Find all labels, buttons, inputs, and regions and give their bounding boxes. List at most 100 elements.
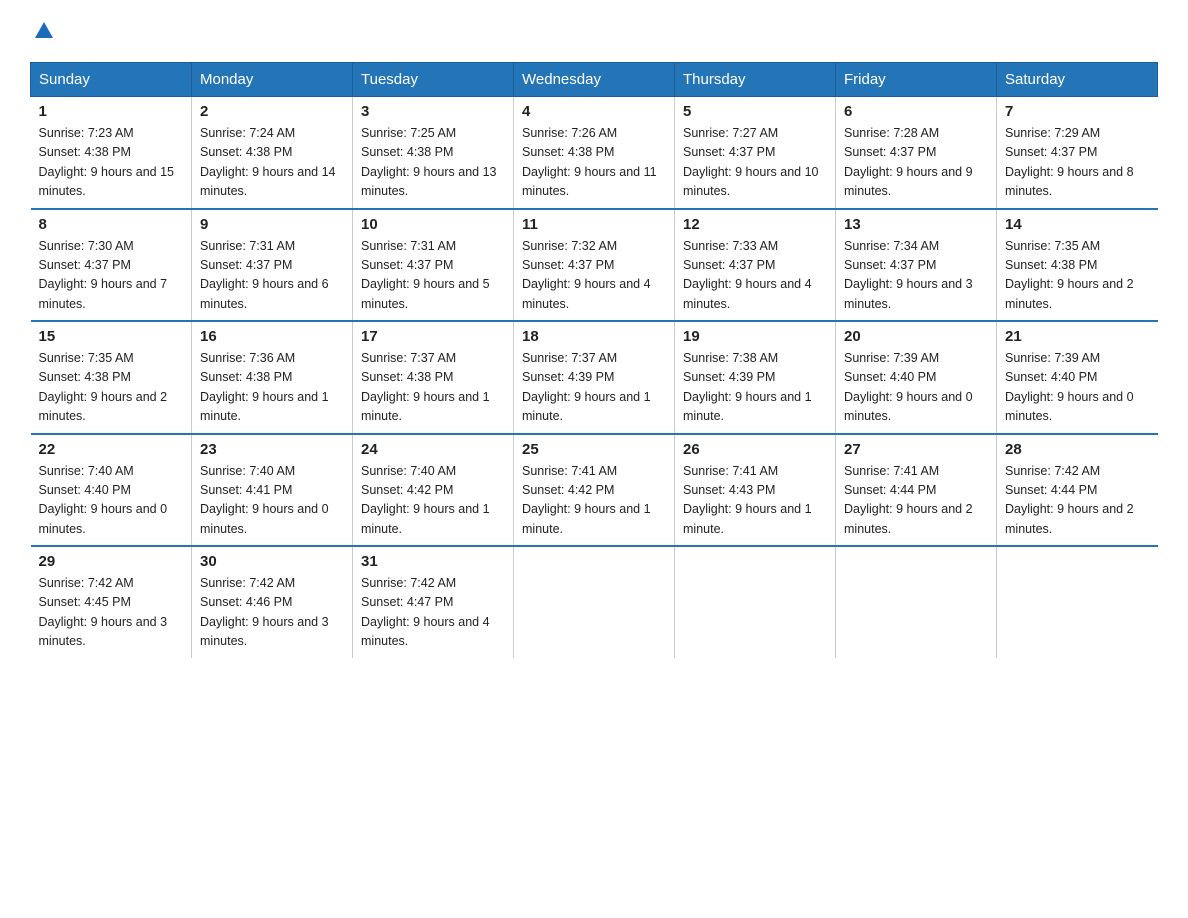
weekday-header-thursday: Thursday bbox=[675, 63, 836, 97]
calendar-table: SundayMondayTuesdayWednesdayThursdayFrid… bbox=[30, 62, 1158, 658]
calendar-cell: 16 Sunrise: 7:36 AMSunset: 4:38 PMDaylig… bbox=[192, 321, 353, 434]
calendar-cell: 18 Sunrise: 7:37 AMSunset: 4:39 PMDaylig… bbox=[514, 321, 675, 434]
calendar-cell: 23 Sunrise: 7:40 AMSunset: 4:41 PMDaylig… bbox=[192, 434, 353, 547]
calendar-week-2: 8 Sunrise: 7:30 AMSunset: 4:37 PMDayligh… bbox=[31, 209, 1158, 322]
calendar-cell: 30 Sunrise: 7:42 AMSunset: 4:46 PMDaylig… bbox=[192, 546, 353, 658]
day-info: Sunrise: 7:35 AMSunset: 4:38 PMDaylight:… bbox=[39, 351, 168, 423]
calendar-cell: 31 Sunrise: 7:42 AMSunset: 4:47 PMDaylig… bbox=[353, 546, 514, 658]
calendar-cell: 29 Sunrise: 7:42 AMSunset: 4:45 PMDaylig… bbox=[31, 546, 192, 658]
calendar-cell: 9 Sunrise: 7:31 AMSunset: 4:37 PMDayligh… bbox=[192, 209, 353, 322]
calendar-cell bbox=[675, 546, 836, 658]
day-number: 7 bbox=[1005, 103, 1150, 120]
day-info: Sunrise: 7:40 AMSunset: 4:41 PMDaylight:… bbox=[200, 464, 329, 536]
day-number: 24 bbox=[361, 441, 505, 458]
calendar-cell: 19 Sunrise: 7:38 AMSunset: 4:39 PMDaylig… bbox=[675, 321, 836, 434]
day-info: Sunrise: 7:31 AMSunset: 4:37 PMDaylight:… bbox=[361, 239, 490, 311]
day-number: 23 bbox=[200, 441, 344, 458]
day-info: Sunrise: 7:25 AMSunset: 4:38 PMDaylight:… bbox=[361, 126, 497, 198]
page-header bbox=[30, 20, 1158, 42]
day-info: Sunrise: 7:41 AMSunset: 4:43 PMDaylight:… bbox=[683, 464, 812, 536]
calendar-cell: 22 Sunrise: 7:40 AMSunset: 4:40 PMDaylig… bbox=[31, 434, 192, 547]
day-info: Sunrise: 7:23 AMSunset: 4:38 PMDaylight:… bbox=[39, 126, 175, 198]
calendar-cell bbox=[514, 546, 675, 658]
calendar-cell bbox=[836, 546, 997, 658]
calendar-cell: 7 Sunrise: 7:29 AMSunset: 4:37 PMDayligh… bbox=[997, 97, 1158, 209]
weekday-header-tuesday: Tuesday bbox=[353, 63, 514, 97]
calendar-cell: 4 Sunrise: 7:26 AMSunset: 4:38 PMDayligh… bbox=[514, 97, 675, 209]
day-info: Sunrise: 7:35 AMSunset: 4:38 PMDaylight:… bbox=[1005, 239, 1134, 311]
day-number: 25 bbox=[522, 441, 666, 458]
calendar-cell: 28 Sunrise: 7:42 AMSunset: 4:44 PMDaylig… bbox=[997, 434, 1158, 547]
day-info: Sunrise: 7:33 AMSunset: 4:37 PMDaylight:… bbox=[683, 239, 812, 311]
day-info: Sunrise: 7:39 AMSunset: 4:40 PMDaylight:… bbox=[1005, 351, 1134, 423]
weekday-header-sunday: Sunday bbox=[31, 63, 192, 97]
calendar-cell: 3 Sunrise: 7:25 AMSunset: 4:38 PMDayligh… bbox=[353, 97, 514, 209]
calendar-week-3: 15 Sunrise: 7:35 AMSunset: 4:38 PMDaylig… bbox=[31, 321, 1158, 434]
calendar-cell: 25 Sunrise: 7:41 AMSunset: 4:42 PMDaylig… bbox=[514, 434, 675, 547]
calendar-week-5: 29 Sunrise: 7:42 AMSunset: 4:45 PMDaylig… bbox=[31, 546, 1158, 658]
day-number: 1 bbox=[39, 103, 184, 120]
calendar-cell: 1 Sunrise: 7:23 AMSunset: 4:38 PMDayligh… bbox=[31, 97, 192, 209]
calendar-cell: 5 Sunrise: 7:27 AMSunset: 4:37 PMDayligh… bbox=[675, 97, 836, 209]
day-number: 10 bbox=[361, 216, 505, 233]
day-info: Sunrise: 7:40 AMSunset: 4:42 PMDaylight:… bbox=[361, 464, 490, 536]
day-number: 30 bbox=[200, 553, 344, 570]
day-number: 20 bbox=[844, 328, 988, 345]
calendar-cell: 26 Sunrise: 7:41 AMSunset: 4:43 PMDaylig… bbox=[675, 434, 836, 547]
day-number: 19 bbox=[683, 328, 827, 345]
weekday-header-wednesday: Wednesday bbox=[514, 63, 675, 97]
day-info: Sunrise: 7:41 AMSunset: 4:44 PMDaylight:… bbox=[844, 464, 973, 536]
day-number: 31 bbox=[361, 553, 505, 570]
day-info: Sunrise: 7:41 AMSunset: 4:42 PMDaylight:… bbox=[522, 464, 651, 536]
day-number: 29 bbox=[39, 553, 184, 570]
day-number: 16 bbox=[200, 328, 344, 345]
day-number: 28 bbox=[1005, 441, 1150, 458]
day-number: 5 bbox=[683, 103, 827, 120]
calendar-cell: 20 Sunrise: 7:39 AMSunset: 4:40 PMDaylig… bbox=[836, 321, 997, 434]
day-number: 2 bbox=[200, 103, 344, 120]
day-number: 21 bbox=[1005, 328, 1150, 345]
day-number: 8 bbox=[39, 216, 184, 233]
calendar-week-4: 22 Sunrise: 7:40 AMSunset: 4:40 PMDaylig… bbox=[31, 434, 1158, 547]
day-info: Sunrise: 7:37 AMSunset: 4:38 PMDaylight:… bbox=[361, 351, 490, 423]
calendar-cell: 12 Sunrise: 7:33 AMSunset: 4:37 PMDaylig… bbox=[675, 209, 836, 322]
logo-blue-text bbox=[30, 20, 55, 42]
day-info: Sunrise: 7:42 AMSunset: 4:46 PMDaylight:… bbox=[200, 576, 329, 648]
day-info: Sunrise: 7:28 AMSunset: 4:37 PMDaylight:… bbox=[844, 126, 973, 198]
calendar-cell: 2 Sunrise: 7:24 AMSunset: 4:38 PMDayligh… bbox=[192, 97, 353, 209]
day-info: Sunrise: 7:39 AMSunset: 4:40 PMDaylight:… bbox=[844, 351, 973, 423]
calendar-cell: 8 Sunrise: 7:30 AMSunset: 4:37 PMDayligh… bbox=[31, 209, 192, 322]
calendar-cell: 14 Sunrise: 7:35 AMSunset: 4:38 PMDaylig… bbox=[997, 209, 1158, 322]
day-number: 9 bbox=[200, 216, 344, 233]
day-number: 26 bbox=[683, 441, 827, 458]
calendar-week-1: 1 Sunrise: 7:23 AMSunset: 4:38 PMDayligh… bbox=[31, 97, 1158, 209]
day-info: Sunrise: 7:34 AMSunset: 4:37 PMDaylight:… bbox=[844, 239, 973, 311]
day-info: Sunrise: 7:31 AMSunset: 4:37 PMDaylight:… bbox=[200, 239, 329, 311]
day-info: Sunrise: 7:42 AMSunset: 4:44 PMDaylight:… bbox=[1005, 464, 1134, 536]
day-info: Sunrise: 7:30 AMSunset: 4:37 PMDaylight:… bbox=[39, 239, 168, 311]
day-info: Sunrise: 7:36 AMSunset: 4:38 PMDaylight:… bbox=[200, 351, 329, 423]
calendar-cell: 21 Sunrise: 7:39 AMSunset: 4:40 PMDaylig… bbox=[997, 321, 1158, 434]
calendar-cell: 27 Sunrise: 7:41 AMSunset: 4:44 PMDaylig… bbox=[836, 434, 997, 547]
weekday-header-friday: Friday bbox=[836, 63, 997, 97]
day-number: 6 bbox=[844, 103, 988, 120]
weekday-header-saturday: Saturday bbox=[997, 63, 1158, 97]
calendar-cell: 15 Sunrise: 7:35 AMSunset: 4:38 PMDaylig… bbox=[31, 321, 192, 434]
day-number: 15 bbox=[39, 328, 184, 345]
day-number: 18 bbox=[522, 328, 666, 345]
calendar-cell: 11 Sunrise: 7:32 AMSunset: 4:37 PMDaylig… bbox=[514, 209, 675, 322]
day-number: 14 bbox=[1005, 216, 1150, 233]
calendar-cell: 24 Sunrise: 7:40 AMSunset: 4:42 PMDaylig… bbox=[353, 434, 514, 547]
logo bbox=[30, 20, 55, 42]
calendar-cell: 6 Sunrise: 7:28 AMSunset: 4:37 PMDayligh… bbox=[836, 97, 997, 209]
calendar-cell: 17 Sunrise: 7:37 AMSunset: 4:38 PMDaylig… bbox=[353, 321, 514, 434]
day-info: Sunrise: 7:32 AMSunset: 4:37 PMDaylight:… bbox=[522, 239, 651, 311]
day-info: Sunrise: 7:38 AMSunset: 4:39 PMDaylight:… bbox=[683, 351, 812, 423]
day-info: Sunrise: 7:24 AMSunset: 4:38 PMDaylight:… bbox=[200, 126, 336, 198]
weekday-header-row: SundayMondayTuesdayWednesdayThursdayFrid… bbox=[31, 63, 1158, 97]
day-number: 22 bbox=[39, 441, 184, 458]
day-number: 11 bbox=[522, 216, 666, 233]
day-info: Sunrise: 7:27 AMSunset: 4:37 PMDaylight:… bbox=[683, 126, 819, 198]
day-number: 12 bbox=[683, 216, 827, 233]
day-number: 3 bbox=[361, 103, 505, 120]
